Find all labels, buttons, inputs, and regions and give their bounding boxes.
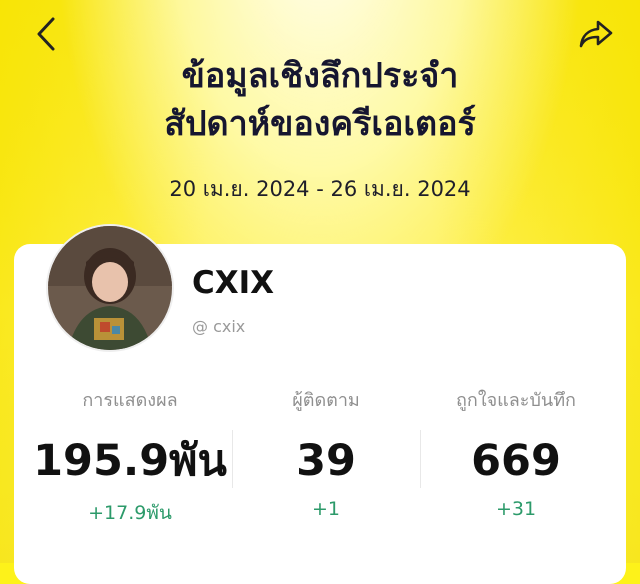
share-arrow-icon: [579, 20, 613, 48]
title-line-2: สัปดาห์ของครีเอเตอร์: [164, 104, 476, 144]
stat-followers: ผู้ติดตาม 39 +1: [226, 385, 426, 520]
avatar-image: [48, 226, 172, 350]
stat-delta: +31: [495, 498, 537, 520]
stat-delta: +17.9พัน: [88, 502, 172, 524]
stat-impressions: การแสดงผล 195.9พัน +17.9พัน: [30, 385, 230, 528]
stat-delta: +1: [311, 498, 340, 520]
page-title: ข้อมูลเชิงลึกประจำ สัปดาห์ของครีเอเตอร์: [0, 52, 640, 148]
stat-value: 195.9พัน: [33, 436, 227, 486]
title-line-1: ข้อมูลเชิงลึกประจำ: [181, 56, 459, 96]
date-range: 20 เม.ย. 2024 - 26 เม.ย. 2024: [169, 177, 471, 201]
back-button[interactable]: [26, 14, 66, 54]
share-button[interactable]: [576, 14, 616, 54]
stat-label: ผู้ติดตาม: [292, 390, 360, 411]
stat-value: 39: [296, 436, 356, 486]
stat-value: 669: [471, 436, 561, 486]
stat-likes-saves: ถูกใจและบันทึก 669 +31: [416, 385, 616, 520]
stat-label: ถูกใจและบันทึก: [456, 390, 576, 411]
avatar[interactable]: [46, 224, 174, 352]
profile-handle: @ cxix: [192, 317, 246, 336]
stat-label: การแสดงผล: [82, 390, 178, 411]
chevron-left-icon: [37, 17, 55, 51]
profile-name: CXIX: [192, 265, 275, 301]
